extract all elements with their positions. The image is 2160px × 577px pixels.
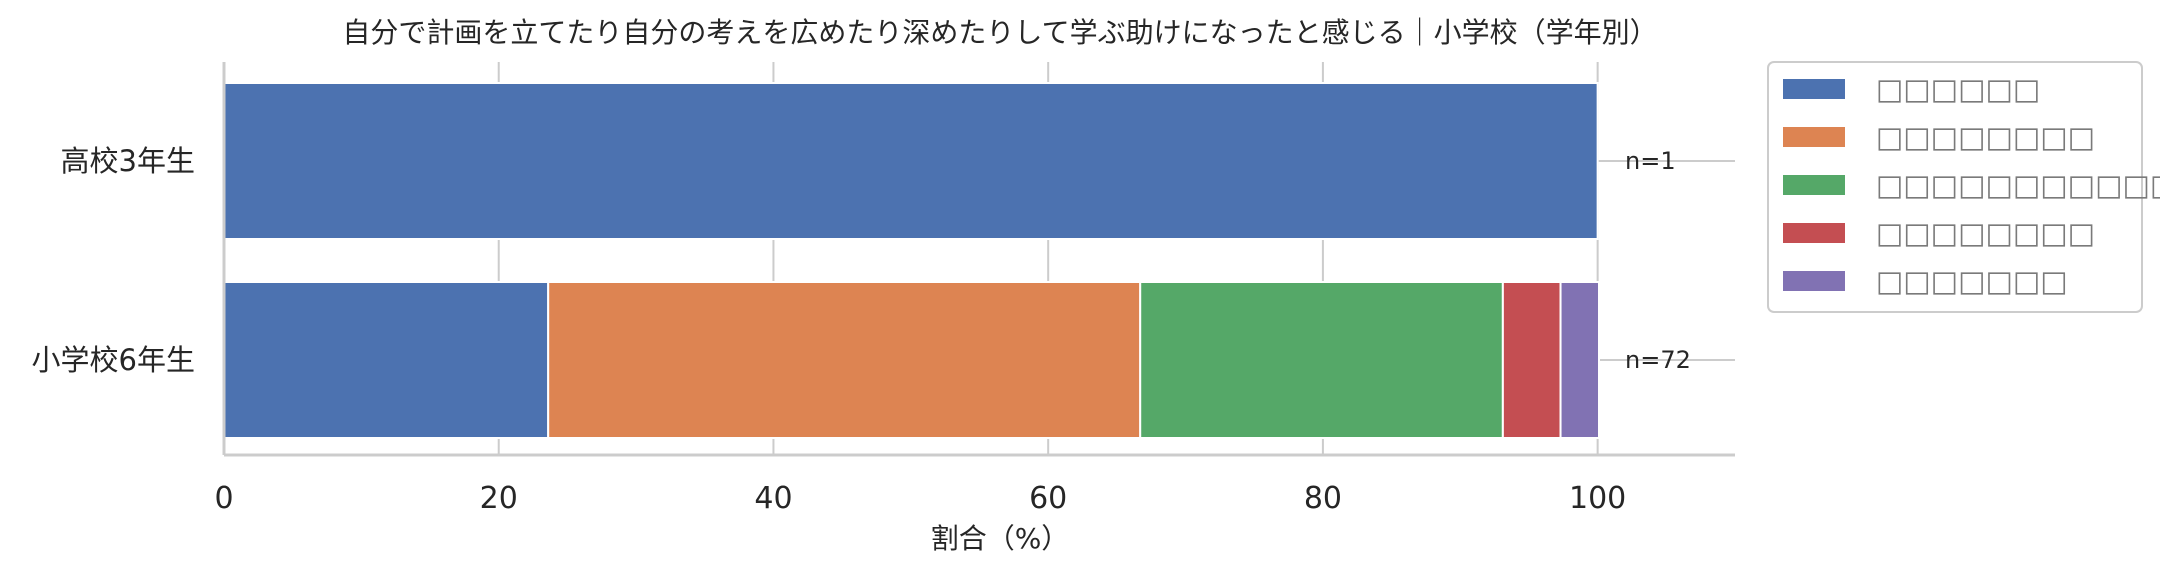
legend-label: □□□□□□□	[1876, 264, 2068, 298]
sample-size-label: n=1	[1625, 147, 1676, 175]
legend-swatch	[1783, 223, 1845, 243]
sample-size-label: n=72	[1625, 346, 1691, 374]
x-tick-label: 80	[1304, 481, 1342, 516]
category-label: 小学校6年生	[32, 343, 195, 377]
bars	[223, 82, 1601, 439]
x-tick-label: 60	[1029, 481, 1067, 516]
chart: 自分で計画を立てたり自分の考えを広めたり深めたりして学ぶ助けになったと感じる｜小…	[32, 16, 2160, 555]
legend-label: □□□□□□□□	[1876, 120, 2095, 154]
x-tick-label: 40	[754, 481, 792, 516]
x-tick-label: 0	[214, 481, 233, 516]
x-axis-label: 割合（%）	[931, 522, 1070, 555]
bar-segment	[547, 281, 1142, 439]
legend: □□□□□□□□□□□□□□□□□□□□□□□□□□□□□□□□□□□□□□□□…	[1767, 61, 2160, 313]
legend-label: □□□□□□□□	[1876, 216, 2095, 250]
bar-segment	[1559, 281, 1601, 439]
x-tick-label: 100	[1569, 481, 1626, 516]
chart-title: 自分で計画を立てたり自分の考えを広めたり深めたりして学ぶ助けになったと感じる｜小…	[342, 16, 1657, 49]
bar-segment	[1501, 281, 1562, 439]
legend-swatch	[1783, 271, 1845, 291]
legend-label: □□□□□□	[1876, 72, 2040, 106]
bar-segment	[223, 82, 1599, 240]
category-label: 高校3年生	[61, 144, 195, 178]
legend-swatch	[1783, 127, 1845, 147]
bar-segment	[223, 281, 550, 439]
legend-label: □□□□□□□□□□□□	[1876, 168, 2160, 202]
x-tick-label: 20	[480, 481, 518, 516]
legend-swatch	[1783, 79, 1845, 99]
bar-segment	[1139, 281, 1504, 439]
legend-swatch	[1783, 175, 1845, 195]
